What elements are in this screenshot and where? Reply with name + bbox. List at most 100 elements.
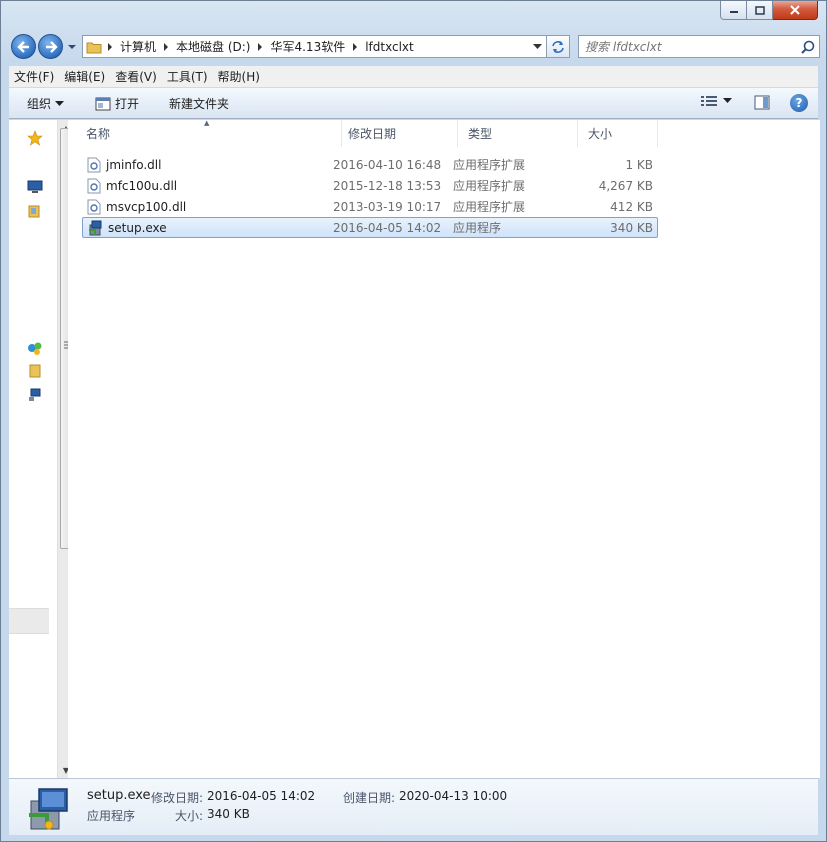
- menu-edit[interactable]: 编辑(E): [59, 68, 110, 85]
- search-box[interactable]: [578, 35, 820, 58]
- menu-view[interactable]: 查看(V): [110, 68, 162, 85]
- refresh-icon: [552, 40, 564, 53]
- column-header-size[interactable]: 大小: [578, 120, 658, 147]
- open-button[interactable]: 打开: [95, 95, 139, 112]
- new-folder-button[interactable]: 新建文件夹: [169, 95, 229, 112]
- help-icon: ?: [795, 96, 803, 110]
- chevron-down-icon: [723, 98, 732, 103]
- change-view-button[interactable]: [701, 95, 732, 107]
- organize-button[interactable]: 组织: [27, 95, 65, 112]
- details-modified-label: 修改日期:: [151, 791, 204, 805]
- chevron-right-icon[interactable]: [105, 42, 115, 51]
- file-size: 412 KB: [610, 199, 653, 214]
- help-button[interactable]: ?: [790, 94, 808, 112]
- file-date: 2016-04-05 14:02: [333, 220, 442, 235]
- caption-buttons: [720, 1, 818, 21]
- minimize-button[interactable]: [720, 1, 747, 20]
- file-size: 1 KB: [625, 157, 653, 172]
- details-view-icon: [701, 96, 717, 106]
- preview-pane-button[interactable]: [754, 95, 770, 113]
- search-icon[interactable]: [797, 40, 819, 54]
- back-button[interactable]: [11, 34, 36, 59]
- recent-pages-button[interactable]: [66, 41, 78, 53]
- file-date: 2015-12-18 13:53: [333, 178, 442, 193]
- file-type: 应用程序扩展: [453, 200, 526, 214]
- chevron-right-icon[interactable]: [161, 42, 171, 51]
- arrow-left-icon: [16, 40, 29, 53]
- file-row-selected[interactable]: setup.exe 2016-04-05 14:02 应用程序 340 KB: [82, 217, 658, 238]
- file-size: 340 KB: [610, 220, 653, 235]
- desktop-icon[interactable]: [27, 180, 43, 197]
- favorites-star-icon[interactable]: [27, 130, 43, 149]
- libraries-icon[interactable]: [27, 203, 43, 222]
- navigation-bar: 计算机 本地磁盘 (D:) 华军4.13软件 lfdtxclxt: [9, 31, 820, 61]
- maximize-icon: [754, 5, 765, 15]
- details-pane: setup.exe 修改日期: 2016-04-05 14:02 创建日期: 2…: [9, 778, 818, 835]
- address-bar[interactable]: 计算机 本地磁盘 (D:) 华军4.13软件 lfdtxclxt: [82, 35, 548, 58]
- details-modified-value: 2016-04-05 14:02: [207, 789, 316, 803]
- chevron-down-icon: [55, 100, 65, 106]
- breadcrumb-computer[interactable]: 计算机: [115, 38, 161, 55]
- organize-label: 组织: [27, 97, 52, 111]
- file-date: 2016-04-10 16:48: [333, 157, 442, 172]
- column-header-type[interactable]: 类型: [458, 120, 578, 147]
- installer-icon: [89, 220, 102, 235]
- file-type: 应用程序: [453, 221, 502, 235]
- refresh-button[interactable]: [546, 35, 570, 58]
- breadcrumb-current[interactable]: lfdtxclxt: [360, 40, 419, 54]
- forward-button[interactable]: [38, 34, 63, 59]
- computer-icon[interactable]: [27, 363, 43, 382]
- column-header-name[interactable]: 名称: [76, 120, 342, 147]
- file-row[interactable]: mfc100u.dll 2015-12-18 13:53 应用程序扩展 4,26…: [82, 175, 658, 196]
- file-size: 4,267 KB: [598, 178, 653, 193]
- menu-bar: 文件(F) 编辑(E) 查看(V) 工具(T) 帮助(H): [9, 66, 818, 88]
- maximize-button[interactable]: [747, 1, 773, 20]
- chevron-down-icon: [532, 44, 542, 49]
- details-file-type: 应用程序: [87, 809, 136, 823]
- close-icon: [790, 5, 800, 15]
- file-date: 2013-03-19 10:17: [333, 199, 442, 214]
- chevron-down-icon: [68, 45, 76, 49]
- file-name: jminfo.dll: [106, 157, 162, 172]
- details-created-label: 创建日期:: [343, 791, 396, 805]
- column-header-date[interactable]: 修改日期: [338, 120, 458, 147]
- command-bar: 组织 打开 新建文件夹 ?: [9, 88, 818, 119]
- column-headers: ▲ 名称 修改日期 类型 大小: [68, 119, 668, 147]
- file-row[interactable]: jminfo.dll 2016-04-10 16:48 应用程序扩展 1 KB: [82, 154, 658, 175]
- open-label: 打开: [115, 97, 140, 111]
- file-name: mfc100u.dll: [106, 178, 178, 193]
- details-file-name: setup.exe: [87, 788, 151, 803]
- installer-large-icon: [25, 785, 73, 833]
- file-row[interactable]: msvcp100.dll 2013-03-19 10:17 应用程序扩展 412…: [82, 196, 658, 217]
- dll-file-icon: [87, 157, 101, 172]
- dll-file-icon: [87, 178, 101, 193]
- new-folder-label: 新建文件夹: [169, 97, 230, 111]
- menu-help[interactable]: 帮助(H): [213, 68, 265, 85]
- network-icon[interactable]: [27, 387, 43, 406]
- details-size-value: 340 KB: [207, 807, 250, 821]
- window-icon: [95, 97, 111, 110]
- address-history-button[interactable]: [529, 39, 545, 55]
- file-type: 应用程序扩展: [453, 158, 526, 172]
- file-name: msvcp100.dll: [106, 199, 187, 214]
- search-input[interactable]: [579, 36, 797, 57]
- chevron-right-icon[interactable]: [255, 42, 265, 51]
- explorer-window: 计算机 本地磁盘 (D:) 华军4.13软件 lfdtxclxt 文件(F) 编…: [0, 0, 827, 842]
- file-name: setup.exe: [108, 220, 167, 235]
- breadcrumb-drive[interactable]: 本地磁盘 (D:): [171, 38, 255, 55]
- minimize-icon: [729, 11, 738, 13]
- arrow-right-icon: [45, 40, 58, 53]
- close-button[interactable]: [773, 1, 818, 20]
- folder-icon: [83, 40, 105, 54]
- details-created-value: 2020-04-13 10:00: [399, 789, 508, 803]
- dll-file-icon: [87, 199, 101, 214]
- details-size-label: 大小:: [175, 809, 204, 823]
- menu-tools[interactable]: 工具(T): [162, 68, 213, 85]
- breadcrumb-folder[interactable]: 华军4.13软件: [265, 38, 350, 55]
- homegroup-icon[interactable]: [27, 340, 43, 359]
- chevron-right-icon[interactable]: [350, 42, 360, 51]
- menu-file[interactable]: 文件(F): [9, 68, 59, 85]
- navigation-pane-divider: [9, 608, 49, 634]
- file-type: 应用程序扩展: [453, 179, 526, 193]
- navigation-pane: ▲ ▼: [9, 120, 74, 778]
